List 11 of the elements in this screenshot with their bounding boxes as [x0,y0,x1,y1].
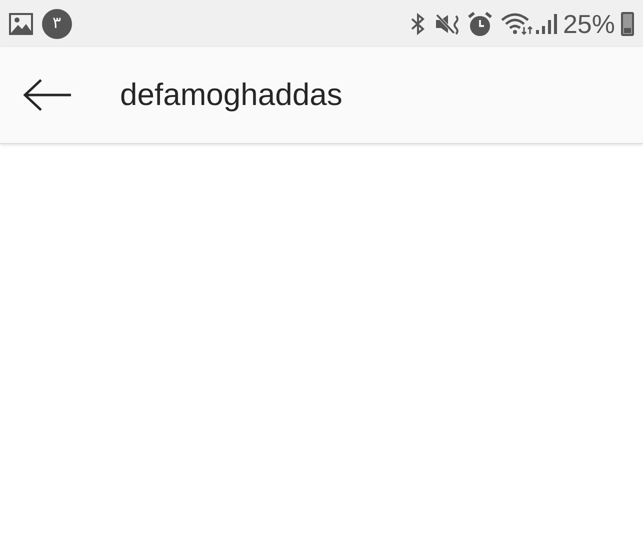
username-title: defamoghaddas [120,76,342,114]
image-icon [9,12,33,34]
notification-badge: ٣ [42,8,72,38]
wifi-icon [500,12,534,36]
battery-icon [621,12,634,36]
battery-percentage: 25% [562,10,615,36]
signal-icon [534,12,557,36]
alarm-icon [466,10,493,36]
bluetooth-icon [410,12,426,36]
back-arrow-icon [23,78,73,112]
mute-icon [434,12,461,36]
